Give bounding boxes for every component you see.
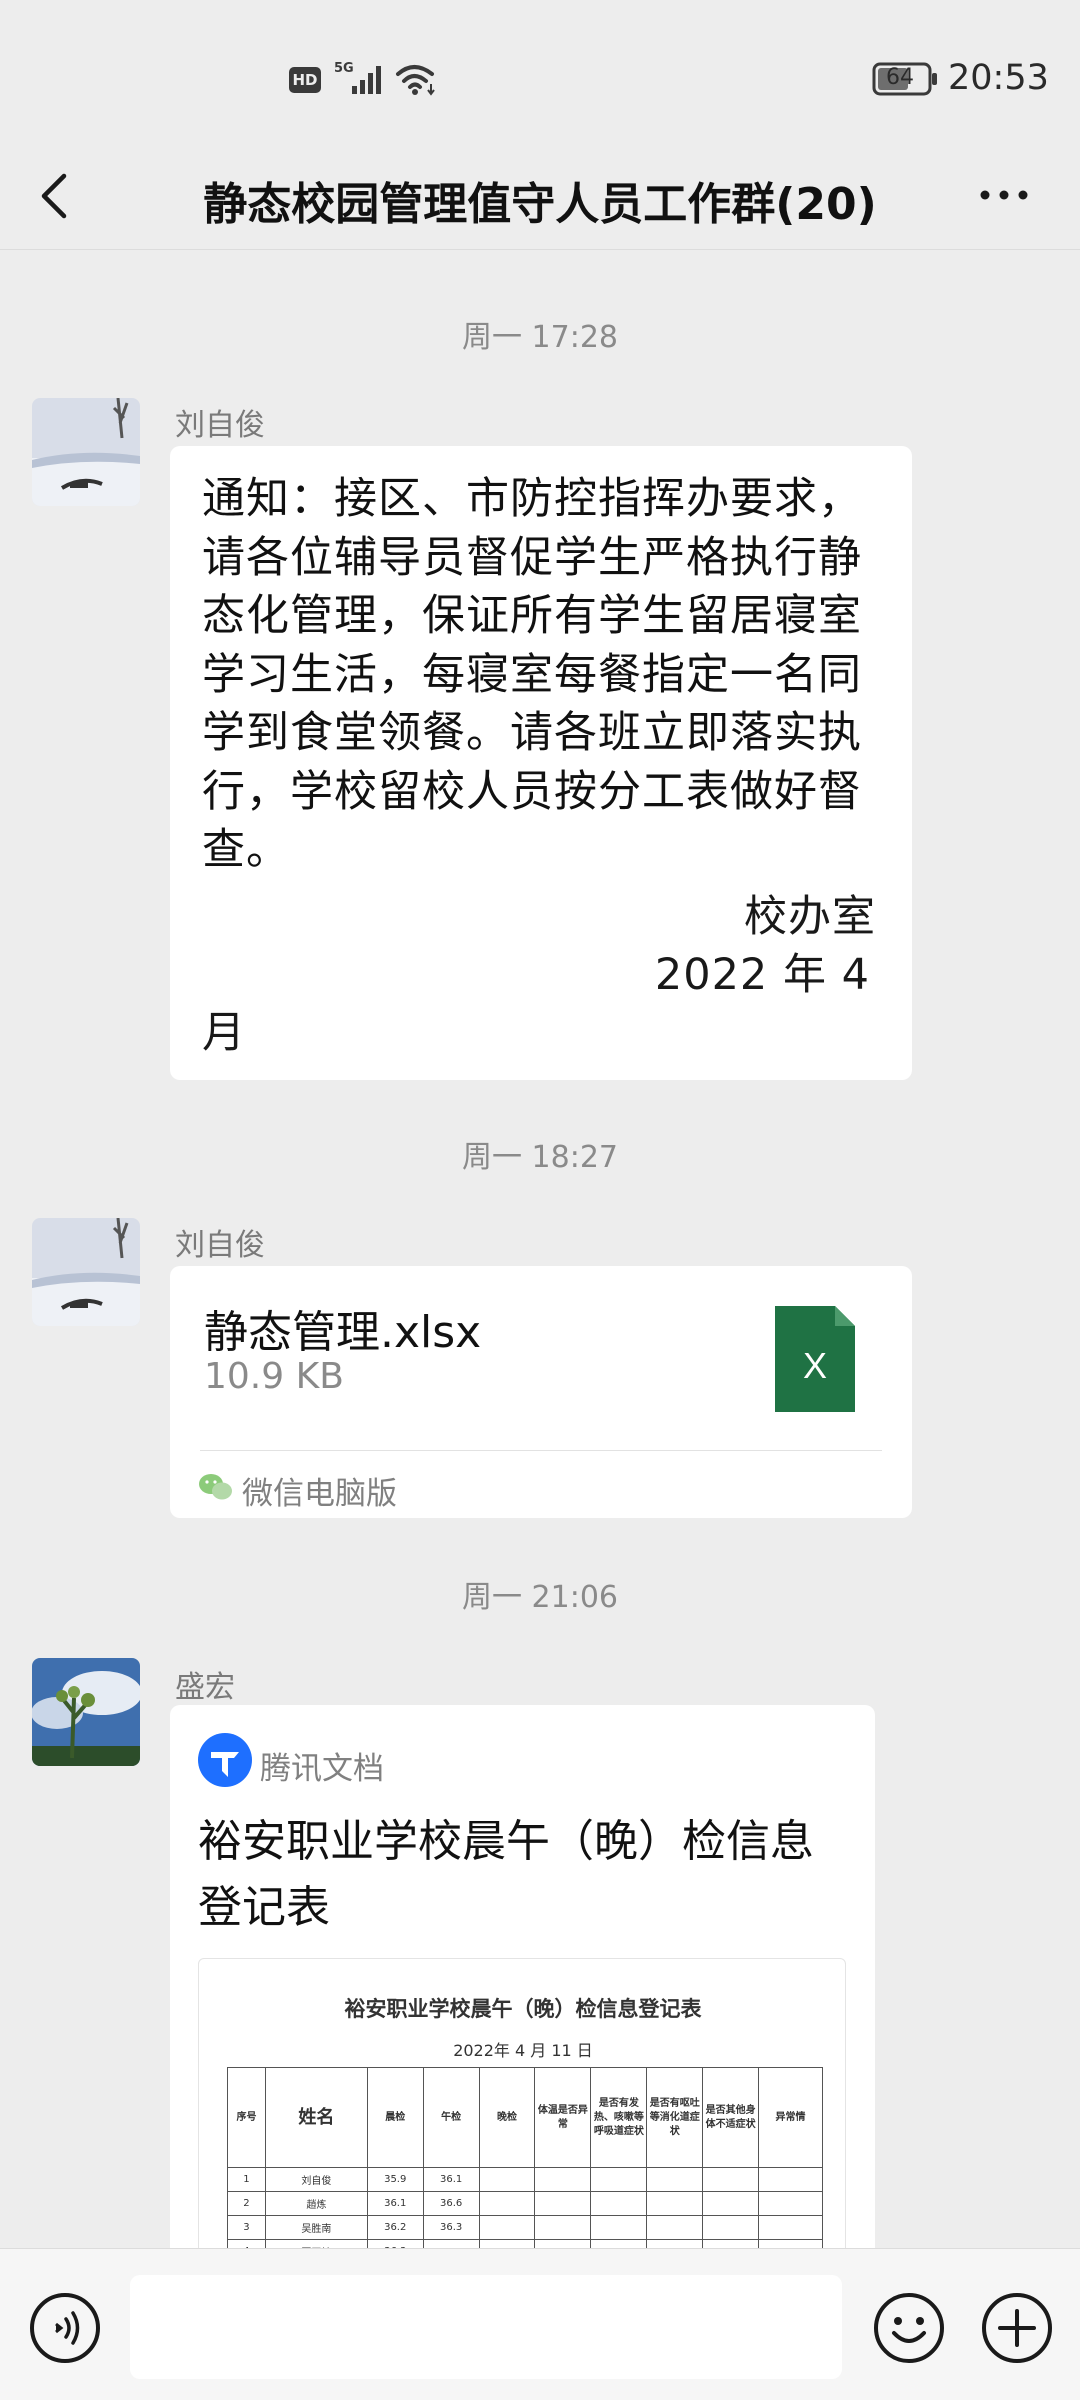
file-source: 微信电脑版 [242,1476,397,1512]
message-timestamp: 周一 18:27 [462,1140,618,1175]
wechat-icon [199,1474,232,1500]
doc-source: 腾讯文档 [260,1751,384,1787]
table-header-cell: 晨检 [366,2067,424,2168]
table-header-cell: 异常情 [758,2067,823,2168]
message-timestamp: 周一 21:06 [462,1580,618,1615]
doc-title: 裕安职业学校晨午（晚）检信息登记表 [198,1816,814,1933]
table-cell: 35.9 [366,2167,424,2192]
signal-5g-icon: 5G [334,61,381,94]
sky-tree-avatar-image [32,1658,140,1766]
preview-date: 2022年 4 月 11 日 [453,2041,593,2060]
table-cell: 36.3 [422,2215,480,2240]
preview-table: 序号 姓名 晨检 午检 晚检 体温是否异常 是否有发热、咳嗽等呼吸道症状 是否有… [227,2067,823,2264]
table-header-cell: 序号 [227,2067,266,2168]
chevron-left-icon[interactable] [30,166,80,226]
wifi-icon [396,65,435,96]
table-cell: 36.6 [422,2191,480,2216]
sender-name: 刘自俊 [175,1228,265,1263]
notice-date: 2022 年 4 [654,950,870,1000]
table-header-row: 序号 姓名 晨检 午检 晚检 体温是否异常 是否有发热、咳嗽等呼吸道症状 是否有… [227,2067,823,2168]
table-cell: 36.1 [366,2191,424,2216]
text-message-bubble[interactable]: 通知：接区、市防控指挥办要求，请各位辅导员督促学生严格执行静态化管理，保证所有学… [170,446,912,1080]
sender-name: 盛宏 [175,1670,235,1705]
table-cell: 1 [227,2167,266,2192]
table-row: 1 刘自俊 35.9 36.1 [227,2167,823,2192]
file-size: 10.9 KB [204,1356,344,1397]
chat-input-bar [0,2248,1080,2400]
plus-icon[interactable] [980,2291,1054,2365]
avatar[interactable] [32,398,140,506]
chat-header: 静态校园管理值守人员工作群(20) [0,140,1080,250]
message-timestamp: 周一 17:28 [462,320,618,355]
table-header-cell: 是否其他身体不适症状 [702,2067,760,2168]
preview-title: 裕安职业学校晨午（晚）检信息登记表 [344,1997,702,2021]
doc-message-card[interactable]: 腾讯文档 裕安职业学校晨午（晚）检信息登记表 裕安职业学校晨午（晚）检信息登记表… [170,1705,875,2288]
table-header-cell: 晚检 [478,2067,536,2168]
snow-landscape-avatar-image [32,398,140,506]
doc-preview-thumbnail: 裕安职业学校晨午（晚）检信息登记表 2022年 4 月 11 日 序号 姓名 晨… [198,1958,846,2288]
hd-badge: HD [289,67,321,93]
notice-text: 通知：接区、市防控指挥办要求，请各位辅导员督促学生严格执行静态化管理，保证所有学… [202,474,862,875]
table-row: 2 趙炼 36.1 36.6 [227,2191,823,2216]
table-cell: 趙炼 [264,2191,368,2216]
sender-name: 刘自俊 [175,408,265,443]
table-row: 3 吴胜南 36.2 36.3 [227,2215,823,2240]
excel-file-icon: X [775,1306,855,1412]
status-bar: HD 5G 64 20:53 [0,0,1080,150]
table-header-cell: 是否有呕吐等消化道症状 [646,2067,704,2168]
table-cell: 3 [227,2215,266,2240]
table-cell: 刘自俊 [264,2167,368,2192]
file-message-card[interactable]: 静态管理.xlsx 10.9 KB X 微信电脑版 [170,1266,912,1518]
table-header-cell: 是否有发热、咳嗽等呼吸道症状 [590,2067,648,2168]
avatar[interactable] [32,1658,140,1766]
status-clock: 20:53 [948,58,1049,98]
file-name: 静态管理.xlsx [204,1307,482,1358]
battery-level: 64 [886,65,914,90]
table-cell: 36.2 [366,2215,424,2240]
table-cell: 2 [227,2191,266,2216]
excel-icon-letter: X [803,1345,827,1386]
table-header-cell: 午检 [422,2067,480,2168]
voice-icon[interactable] [28,2291,102,2365]
table-header-cell: 姓名 [264,2067,368,2168]
snow-landscape-avatar-image [32,1218,140,1326]
network-type-label: 5G [334,61,354,76]
notice-signature: 校办室 [744,892,876,942]
table-cell: 吴胜南 [264,2215,368,2240]
divider [200,1450,882,1451]
message-input[interactable] [130,2275,842,2379]
table-header-cell: 体温是否异常 [534,2067,592,2168]
tencent-docs-icon [198,1733,252,1787]
avatar[interactable] [32,1218,140,1326]
notice-date-tail: 月 [202,1008,245,1058]
chat-screen: HD 5G 64 20:53 静态校园管理值守人员工作群(20) 周一 17:2… [0,0,1080,2400]
table-cell: 36.1 [422,2167,480,2192]
emoji-icon[interactable] [872,2291,946,2365]
chat-title: 静态校园管理值守人员工作群(20) [203,179,877,230]
more-dots-icon[interactable] [975,180,1035,210]
